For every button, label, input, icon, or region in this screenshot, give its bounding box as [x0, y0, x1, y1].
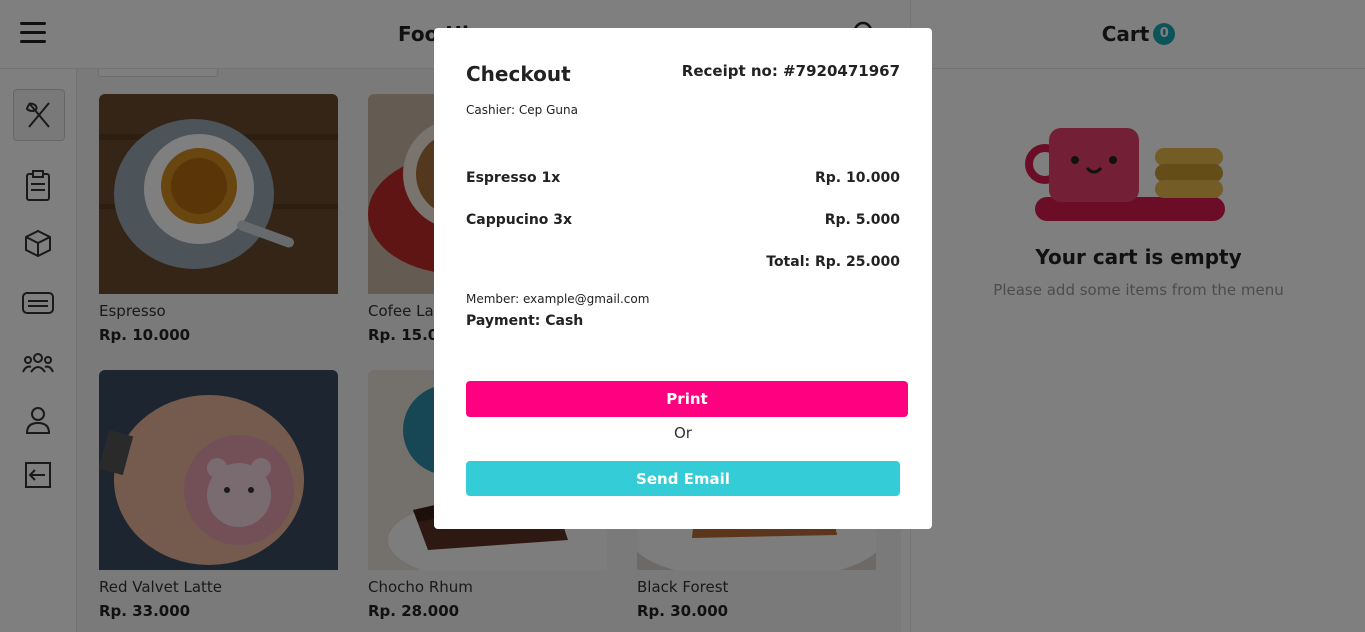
- cashier-name: Cashier: Cep Guna: [466, 103, 578, 117]
- receipt-line-item: Espresso 1x: [466, 170, 561, 186]
- receipt-line-amount: Rp. 5.000: [824, 212, 900, 228]
- send-email-button[interactable]: Send Email: [466, 461, 900, 496]
- payment-method: Payment: Cash: [466, 313, 584, 329]
- receipt-line: Cappucino 3x Rp. 5.000: [466, 212, 900, 228]
- checkout-modal: Checkout Receipt no: #7920471967 Cashier…: [434, 28, 932, 529]
- receipt-total: Total: Rp. 25.000: [766, 254, 900, 270]
- member-email: Member: example@gmail.com: [466, 292, 650, 306]
- receipt-number: Receipt no: #7920471967: [681, 62, 900, 80]
- or-separator: Or: [674, 424, 692, 442]
- receipt-line: Espresso 1x Rp. 10.000: [466, 170, 900, 186]
- receipt-line-amount: Rp. 10.000: [814, 170, 900, 186]
- checkout-title: Checkout: [466, 62, 571, 86]
- receipt-line-item: Cappucino 3x: [466, 212, 573, 228]
- print-button[interactable]: Print: [466, 381, 908, 417]
